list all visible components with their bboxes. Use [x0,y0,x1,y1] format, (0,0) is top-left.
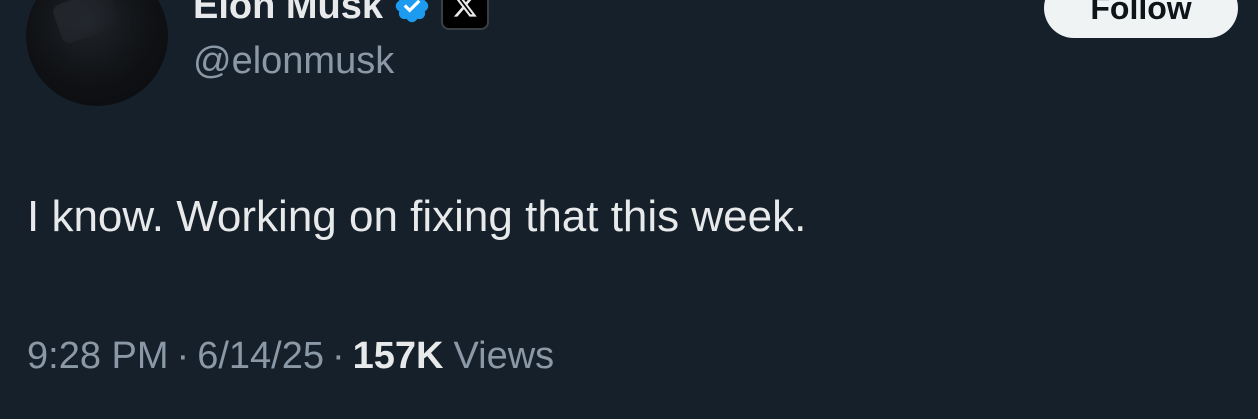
tweet-card: Elon Musk @elonmusk Follow I know. Worki… [0,0,1258,419]
avatar[interactable] [26,0,168,106]
tweet-date[interactable]: 6/14/25 [197,335,324,378]
tweet-meta: 9:28 PM · 6/14/25 · 157K Views [27,335,555,378]
follow-button[interactable]: Follow [1044,0,1238,38]
verified-badge-icon[interactable] [393,0,431,25]
author-name-row: Elon Musk [193,0,490,30]
views-count[interactable]: 157K [353,335,444,378]
x-logo-icon[interactable] [441,0,490,30]
author-handle[interactable]: @elonmusk [193,42,394,80]
views-label: Views [453,335,555,377]
tweet-time[interactable]: 9:28 PM [27,335,169,378]
meta-separator: · [176,335,190,377]
tweet-text: I know. Working on fixing that this week… [27,192,807,241]
meta-separator: · [331,335,345,377]
author-display-name[interactable]: Elon Musk [193,0,383,25]
